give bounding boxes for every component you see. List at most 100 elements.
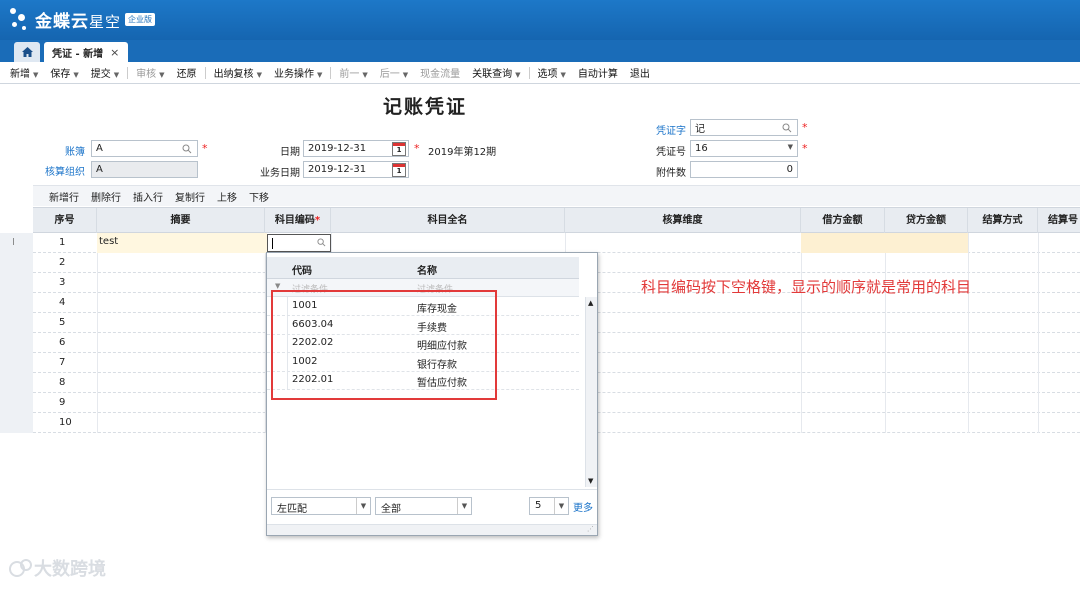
lookup-col-code: 代码: [292, 266, 312, 277]
toolbar-button[interactable]: 前一 ▼: [333, 65, 373, 80]
toolbar-button-label: 选项: [537, 69, 558, 80]
chevron-down-icon: ▼: [356, 498, 370, 514]
home-tab[interactable]: [14, 42, 40, 62]
calendar-icon[interactable]: 1: [392, 142, 406, 156]
biz-date-field[interactable]: 2019-12-31 1: [303, 161, 409, 178]
row-number: 9: [59, 397, 66, 408]
toolbar-button-label: 业务操作: [273, 69, 314, 80]
toolbar-button[interactable]: 提交 ▼: [85, 65, 125, 80]
col-header: 序号: [33, 208, 97, 233]
edition-badge: 企业版: [125, 13, 155, 26]
voucher-no-field[interactable]: 16 ▼: [690, 140, 798, 157]
scope-select[interactable]: 全部 ▼: [375, 497, 472, 515]
watermark-logo-icon: [9, 559, 32, 577]
filter-icon: ▼: [275, 282, 281, 290]
main-toolbar: 新增 ▼ 保存 ▼ 提交 ▼ 审核 ▼ 还原 出纳复核 ▼ 业务操作 ▼ 前一 ▼ 后一 ▼ 现金流量 关联查询 ▼ 选…: [0, 62, 1080, 84]
brand-name: 金蝶云星空: [35, 12, 122, 32]
page-size-select[interactable]: 5 ▼: [529, 497, 569, 515]
required-mark: *: [802, 121, 808, 134]
lookup-footer: ⋰: [267, 524, 597, 535]
toolbar-button-label: 退出: [629, 69, 650, 80]
row-cursor-icon: I: [12, 237, 15, 248]
grid-toolbar-button[interactable]: 插入行: [133, 189, 163, 204]
summary-cell[interactable]: test: [99, 236, 118, 247]
toolbar-button[interactable]: 后一 ▼: [374, 65, 414, 80]
search-icon[interactable]: [317, 238, 326, 247]
annotation-highlight-box: [271, 290, 497, 400]
close-icon[interactable]: ×: [110, 46, 119, 59]
chevron-down-icon: ▼: [73, 71, 79, 79]
date-field[interactable]: 2019-12-31 1: [303, 140, 409, 157]
voucher-word-label[interactable]: 凭证字: [626, 122, 686, 137]
search-icon[interactable]: [782, 123, 792, 133]
toolbar-button-label: 提交: [90, 69, 111, 80]
chevron-down-icon: ▼: [457, 498, 471, 514]
chevron-down-icon: ▼: [33, 71, 39, 79]
toolbar-button-label: 还原: [176, 69, 197, 80]
required-mark: *: [414, 142, 420, 155]
row-number: 6: [59, 337, 66, 348]
calendar-icon[interactable]: 1: [392, 163, 406, 177]
col-header: 结算方式: [968, 208, 1038, 233]
tab-bar: [0, 40, 1080, 62]
scroll-up-icon[interactable]: ▲: [588, 299, 593, 307]
lookup-scrollbar[interactable]: ▲ ▼: [585, 297, 597, 487]
row-number: 8: [59, 377, 66, 388]
toolbar-button-label: 前一: [339, 69, 360, 80]
search-icon[interactable]: [182, 144, 192, 154]
scroll-down-icon[interactable]: ▼: [588, 477, 593, 485]
toolbar-button-label: 现金流量: [420, 69, 461, 80]
period-text: 2019年第12期: [428, 147, 497, 158]
attach-field[interactable]: 0: [690, 161, 798, 178]
toolbar-button[interactable]: 选项 ▼: [532, 65, 572, 80]
toolbar-button[interactable]: 新增 ▼: [4, 65, 44, 80]
toolbar-button-label: 保存: [50, 69, 71, 80]
more-link[interactable]: 更多: [573, 499, 593, 514]
toolbar-button[interactable]: 关联查询 ▼: [466, 65, 526, 80]
account-code-input[interactable]: [267, 234, 331, 252]
toolbar-button[interactable]: 自动计算: [572, 65, 624, 80]
toolbar-button[interactable]: 还原: [171, 65, 203, 80]
lookup-col-name: 名称: [417, 266, 437, 277]
tab-voucher-new[interactable]: 凭证 - 新增 ×: [44, 42, 128, 62]
col-header: 借方金额: [801, 208, 885, 233]
org-field: A: [91, 161, 198, 178]
row-number: 10: [59, 417, 72, 428]
toolbar-button[interactable]: 退出: [624, 65, 656, 80]
home-icon: [21, 47, 33, 57]
required-mark: *: [202, 142, 208, 155]
toolbar-button[interactable]: 出纳复核 ▼: [208, 65, 268, 80]
resize-grip-icon[interactable]: ⋰: [587, 525, 594, 533]
toolbar-button[interactable]: 现金流量: [414, 65, 466, 80]
book-field[interactable]: A: [91, 140, 198, 157]
toolbar-button-label: 出纳复核: [213, 69, 254, 80]
grid-toolbar-button[interactable]: 删除行: [91, 189, 121, 204]
grid-toolbar-button[interactable]: 复制行: [175, 189, 205, 204]
chevron-down-icon: ▼: [402, 71, 409, 79]
chevron-down-icon: ▼: [159, 71, 165, 79]
toolbar-button-label: 新增: [10, 69, 30, 80]
toolbar-button[interactable]: 保存 ▼: [44, 65, 84, 80]
toolbar-button[interactable]: 业务操作 ▼: [268, 65, 328, 80]
required-mark: *: [802, 142, 808, 155]
table-row[interactable]: 1: [33, 233, 1080, 253]
toolbar-button-label: 关联查询: [472, 69, 513, 80]
grid-toolbar-button[interactable]: 上移: [217, 189, 237, 204]
col-header: 结算号: [1048, 215, 1078, 226]
match-mode-select[interactable]: 左匹配 ▼: [271, 497, 371, 515]
row-number: 2: [59, 257, 66, 268]
col-header: 摘要: [97, 208, 265, 233]
toolbar-button[interactable]: 审核 ▼: [130, 65, 170, 80]
chevron-down-icon: ▼: [113, 71, 120, 79]
col-header: 核算维度: [565, 208, 801, 233]
chevron-down-icon: ▼: [362, 71, 368, 79]
chevron-down-icon[interactable]: ▼: [788, 143, 793, 151]
book-label[interactable]: 账簿: [25, 143, 85, 158]
grid-toolbar-button[interactable]: 下移: [249, 189, 269, 204]
grid-toolbar-button[interactable]: 新增行: [49, 189, 79, 204]
grid-header: 序号 摘要 科目编码* 科目全名 核算维度 借方金额 贷方金额 结算方式 结算号: [33, 207, 1080, 233]
chevron-down-icon: ▼: [560, 71, 566, 79]
org-label[interactable]: 核算组织: [25, 163, 85, 178]
chevron-down-icon: ▼: [256, 71, 262, 79]
voucher-word-field[interactable]: 记: [690, 119, 798, 136]
